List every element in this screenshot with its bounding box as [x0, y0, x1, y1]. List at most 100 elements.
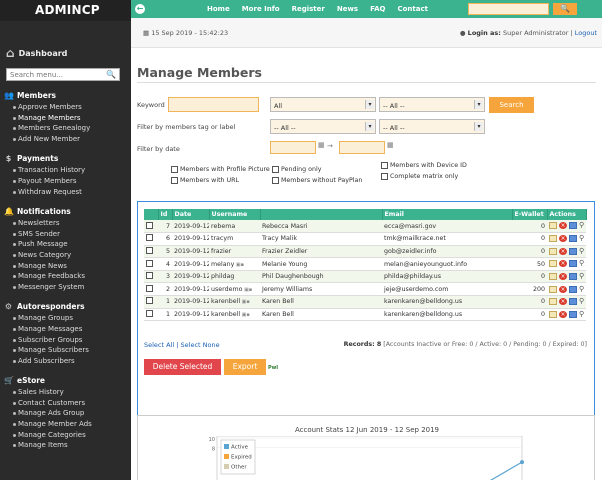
mail-icon[interactable]: [569, 272, 577, 280]
delete-icon[interactable]: ×: [559, 260, 567, 268]
sidebar-search[interactable]: 🔍: [6, 68, 120, 81]
column-header[interactable]: Actions: [547, 209, 587, 220]
mail-icon[interactable]: [569, 260, 577, 268]
zoom-icon[interactable]: ⚲: [579, 310, 586, 318]
keyword-input[interactable]: [168, 97, 259, 112]
zoom-icon[interactable]: ⚲: [579, 285, 586, 293]
nav-link[interactable]: More Info: [242, 5, 280, 13]
cell-username[interactable]: karenbell ▣▪: [209, 295, 260, 309]
username-link[interactable]: tracym: [211, 235, 233, 242]
nav-link[interactable]: News: [337, 5, 358, 13]
sidebar-dashboard[interactable]: ⌂ Dashboard: [6, 46, 131, 60]
sidebar-item[interactable]: Newsletters: [0, 218, 131, 229]
column-header[interactable]: [144, 209, 159, 220]
checkbox-no-payplan[interactable]: Members without PayPlan: [272, 177, 362, 184]
search-button[interactable]: Search: [489, 97, 534, 113]
row-checkbox[interactable]: [146, 272, 153, 280]
edit-note-icon[interactable]: [549, 272, 557, 280]
cell-username[interactable]: melany ▣▪: [209, 257, 260, 271]
export-button[interactable]: Export: [224, 359, 266, 375]
cell-username[interactable]: tracym: [209, 232, 260, 246]
mail-icon[interactable]: [569, 222, 577, 230]
sidebar-item[interactable]: Messenger System: [0, 282, 131, 293]
sidebar-item[interactable]: SMS Sender: [0, 229, 131, 240]
sidebar-section-title[interactable]: ⚙ Autoresponders: [4, 300, 131, 312]
sidebar-item[interactable]: Contact Customers: [0, 398, 131, 409]
sidebar-item[interactable]: Manage Groups: [0, 313, 131, 324]
sidebar-item[interactable]: Manage Subscribers: [0, 345, 131, 356]
checkbox[interactable]: [381, 162, 388, 169]
column-header[interactable]: Email: [382, 209, 513, 220]
sidebar-item[interactable]: Manage Messages: [0, 324, 131, 335]
tag-select[interactable]: -- All --: [270, 119, 376, 134]
nav-link[interactable]: FAQ: [370, 5, 385, 13]
row-select[interactable]: [144, 282, 158, 297]
edit-note-icon[interactable]: [549, 222, 557, 230]
sidebar-item[interactable]: Manage Members: [0, 113, 131, 124]
row-select[interactable]: [144, 270, 158, 284]
checkbox[interactable]: [381, 173, 388, 180]
table-row[interactable]: 1 2019-09-12 karenbell ▣▪ Karen Bell karenka…: [144, 308, 586, 322]
calendar-icon[interactable]: ▦: [318, 141, 325, 149]
delete-icon[interactable]: ×: [559, 298, 567, 306]
search-menu-input[interactable]: [10, 70, 105, 79]
row-checkbox[interactable]: [146, 234, 153, 242]
username-link[interactable]: frazier: [211, 248, 231, 255]
label-select[interactable]: -- All --: [379, 119, 485, 134]
checkbox-complete-matrix[interactable]: Complete matrix only: [381, 173, 458, 180]
sidebar-item[interactable]: Add New Member: [0, 134, 131, 145]
sidebar-item[interactable]: Withdraw Request: [0, 187, 131, 198]
delete-icon[interactable]: ×: [559, 285, 567, 293]
top-search-button[interactable]: 🔍: [553, 3, 577, 15]
cell-username[interactable]: rebema: [209, 220, 260, 234]
delete-selected-button[interactable]: Delete Selected: [144, 359, 221, 375]
column-header[interactable]: [260, 209, 383, 220]
sidebar-item[interactable]: Add Subscribers: [0, 356, 131, 367]
search-icon[interactable]: 🔍: [106, 70, 116, 79]
nav-link[interactable]: Contact: [397, 5, 428, 13]
sidebar-item[interactable]: Push Message: [0, 239, 131, 250]
username-link[interactable]: rebema: [211, 223, 235, 230]
row-checkbox[interactable]: [146, 259, 153, 267]
table-row[interactable]: 3 2019-09-12 phildag Phil Daughenbough phild…: [144, 270, 586, 284]
username-link[interactable]: melany: [211, 261, 234, 268]
date-to-input[interactable]: [339, 141, 385, 154]
select-all-link[interactable]: Select All: [144, 341, 174, 349]
top-search-input[interactable]: [468, 3, 549, 15]
checkbox[interactable]: [272, 177, 279, 184]
username-link[interactable]: phildag: [211, 273, 234, 280]
zoom-icon[interactable]: ⚲: [579, 222, 586, 229]
row-checkbox[interactable]: [146, 309, 153, 317]
table-row[interactable]: 2 2019-09-12 userdemo ▣▪ Jeremy Williams jej…: [144, 282, 586, 297]
edit-note-icon[interactable]: [549, 235, 557, 243]
column-header[interactable]: E-Wallet: [512, 209, 548, 220]
row-select[interactable]: [144, 295, 158, 309]
cell-username[interactable]: phildag: [209, 270, 260, 284]
zoom-icon[interactable]: ⚲: [579, 272, 586, 280]
zoom-icon[interactable]: ⚲: [579, 298, 586, 305]
mail-icon[interactable]: [569, 310, 577, 318]
nav-link[interactable]: Home: [207, 5, 230, 13]
sidebar-item[interactable]: Manage Member Ads: [0, 419, 131, 430]
username-link[interactable]: karenbell: [211, 311, 240, 318]
sidebar-item[interactable]: Manage Feedbacks: [0, 271, 131, 282]
mail-icon[interactable]: [569, 298, 577, 306]
checkbox[interactable]: [171, 166, 178, 173]
sidebar-item[interactable]: Manage News: [0, 261, 131, 272]
column-header[interactable]: Date: [172, 209, 210, 220]
cell-username[interactable]: karenbell ▣▪: [209, 308, 260, 322]
sidebar-item[interactable]: Transaction History: [0, 165, 131, 176]
column-header[interactable]: Username: [209, 209, 261, 220]
edit-note-icon[interactable]: [549, 260, 557, 268]
edit-note-icon[interactable]: [549, 247, 557, 255]
sidebar-section-title[interactable]: 🔔 Notifications: [4, 205, 131, 217]
delete-icon[interactable]: ×: [559, 235, 567, 243]
nav-link[interactable]: Register: [292, 5, 325, 13]
row-select[interactable]: [144, 308, 158, 322]
row-select[interactable]: [144, 220, 158, 234]
row-checkbox[interactable]: [146, 297, 153, 305]
sidebar-item[interactable]: Manage Items: [0, 440, 131, 451]
back-arrow-icon[interactable]: ←: [135, 4, 145, 14]
mail-icon[interactable]: [569, 247, 577, 255]
sub-select[interactable]: -- All --: [379, 97, 485, 112]
